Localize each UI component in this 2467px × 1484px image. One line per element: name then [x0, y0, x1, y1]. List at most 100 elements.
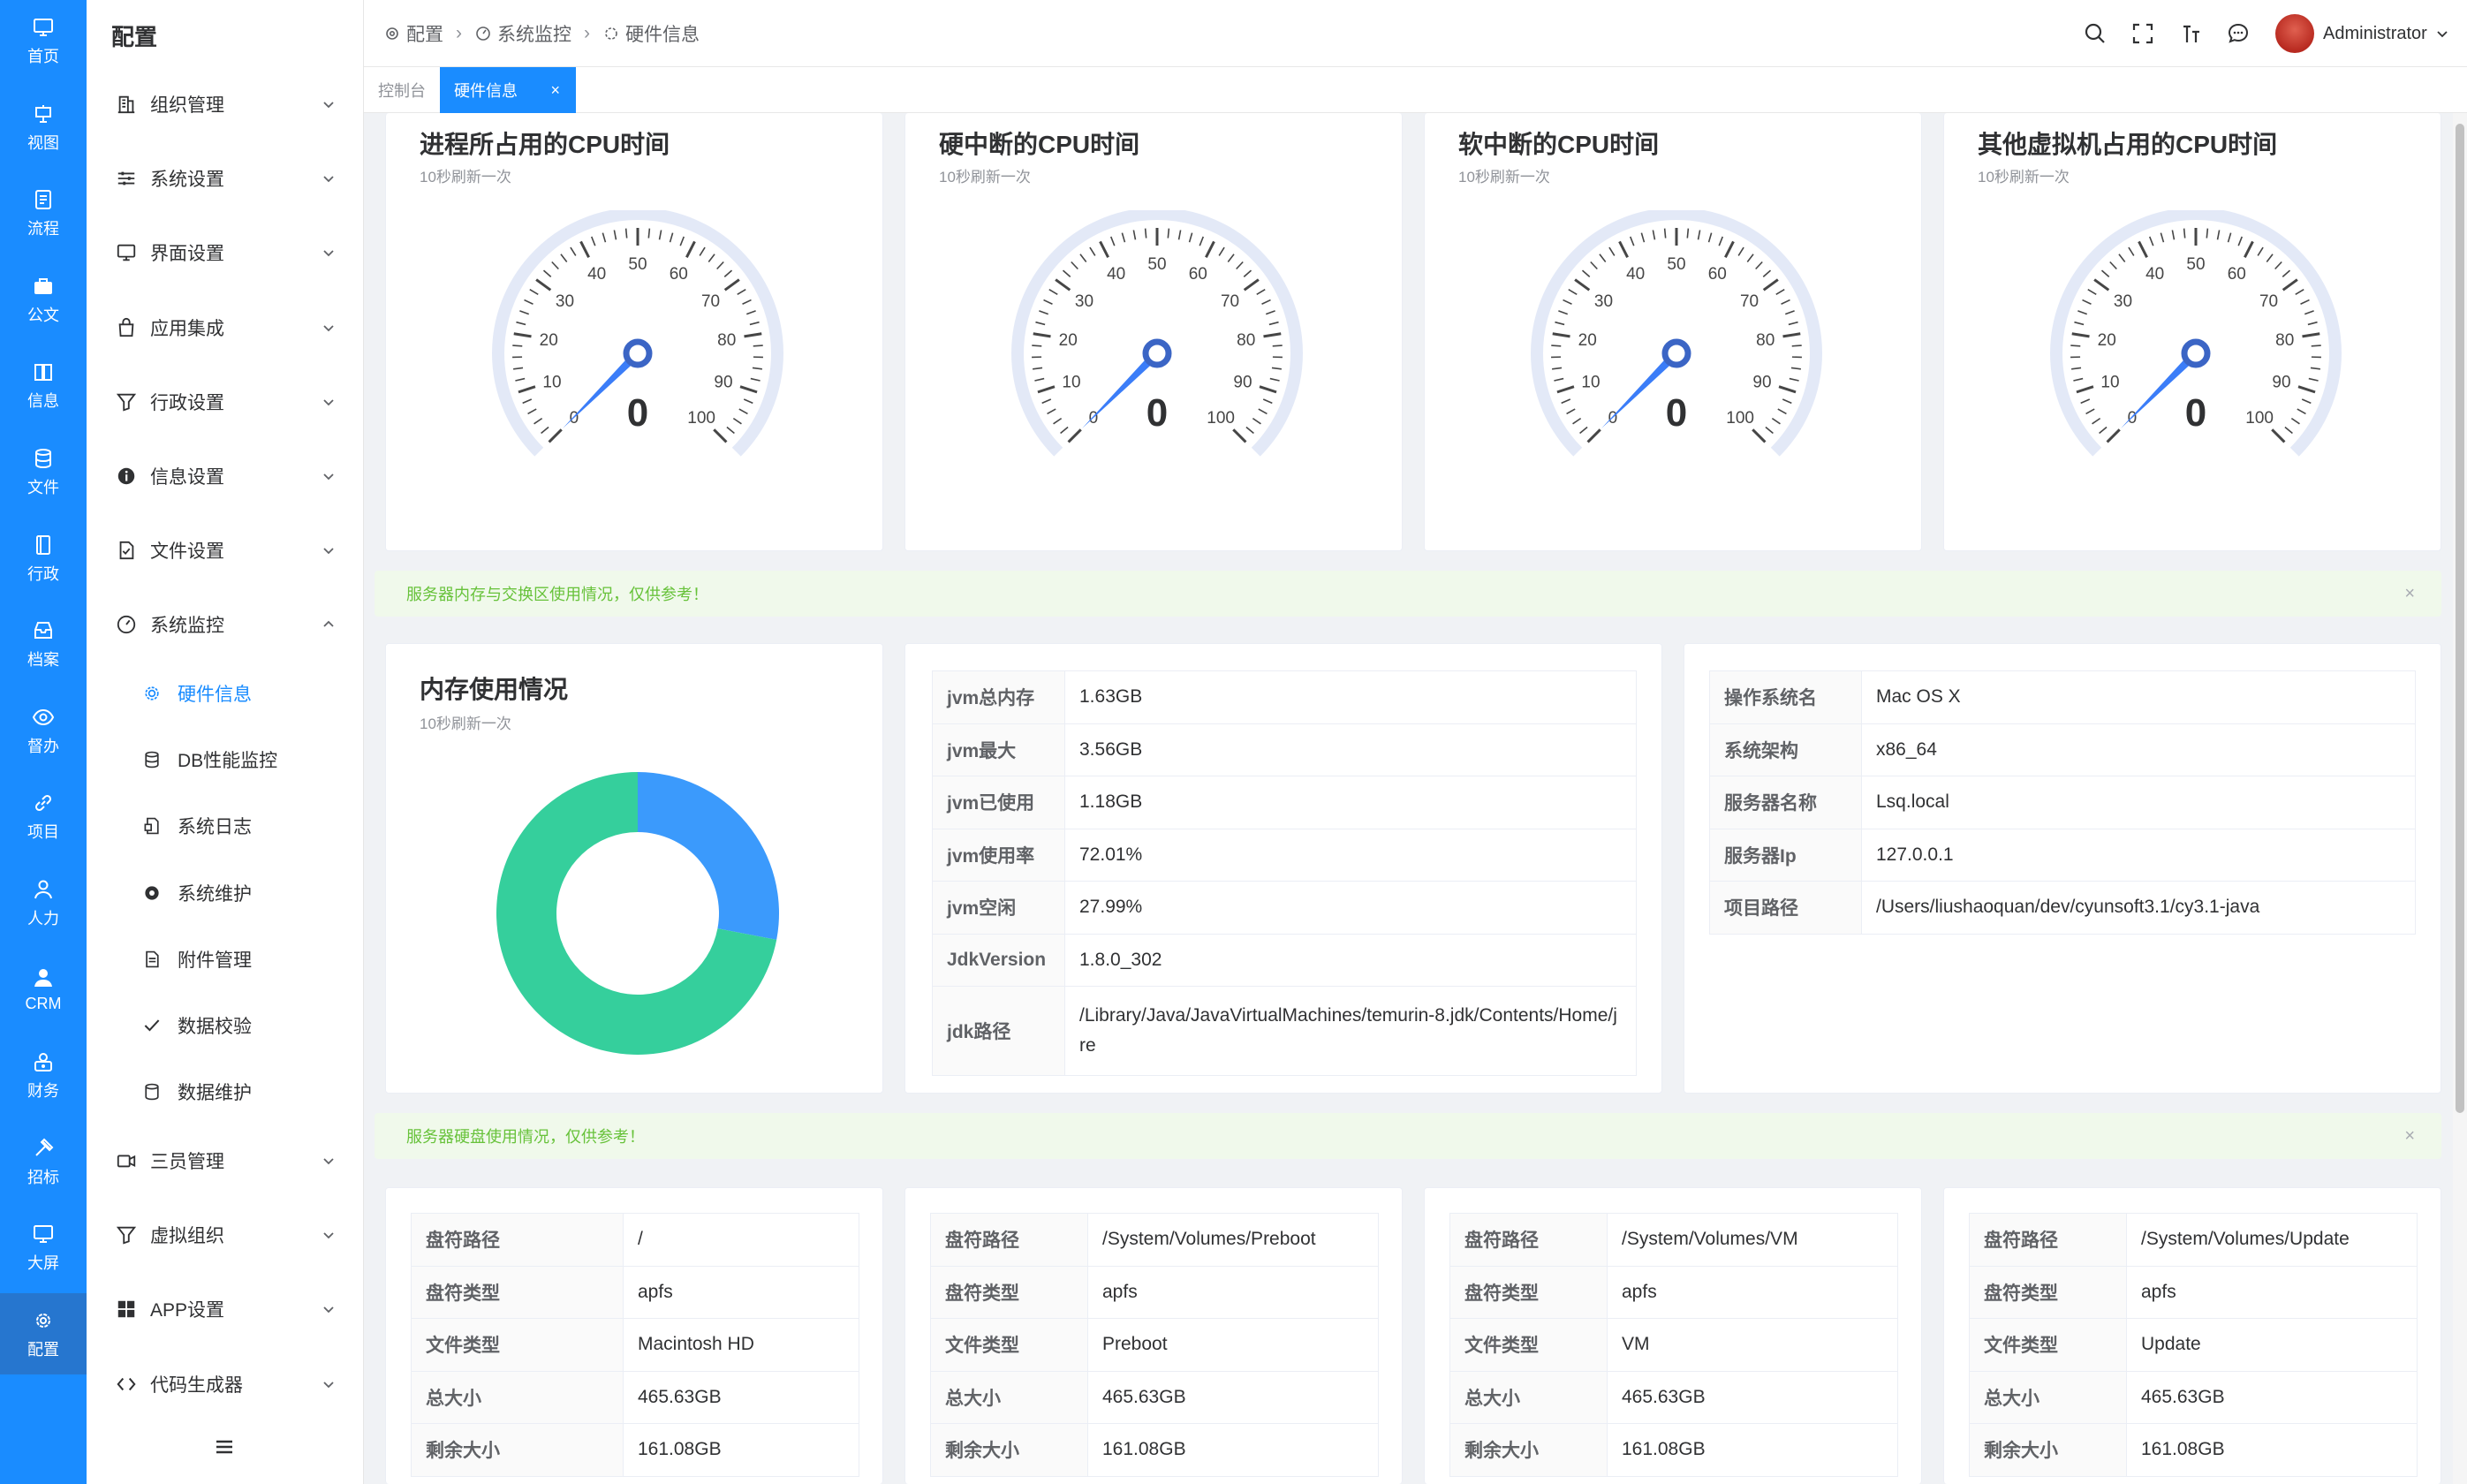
- rail-item[interactable]: 流程: [0, 172, 87, 254]
- menu-item[interactable]: 文件设置: [87, 515, 364, 586]
- chevron-down-icon: [320, 244, 337, 261]
- gauge-tick: [2070, 344, 2081, 347]
- rail-item[interactable]: 信息: [0, 344, 87, 426]
- submenu-item[interactable]: 硬件信息: [87, 662, 364, 724]
- table-row: 项目路径 /Users/liushaoquan/dev/cyunsoft3.1/…: [1709, 881, 2416, 935]
- search-icon[interactable]: [2083, 21, 2108, 46]
- row-key: 盘符路径: [1969, 1213, 2127, 1267]
- card-subtitle: 10秒刷新一次: [1458, 169, 1550, 186]
- monitor-icon: [115, 241, 138, 264]
- menu-item[interactable]: 信息设置: [87, 441, 364, 511]
- tab-hardware-info[interactable]: 硬件信息 ×: [440, 67, 576, 113]
- gauge-tick: [1177, 230, 1182, 240]
- rail-item[interactable]: 财务: [0, 1034, 87, 1116]
- row-value: Lsq.local: [1861, 776, 2416, 829]
- menu-item-label: 系统监控: [150, 616, 224, 637]
- fullscreen-icon[interactable]: [2130, 21, 2155, 46]
- funnel-icon: [115, 390, 138, 413]
- user-menu[interactable]: Administrator: [2275, 14, 2450, 53]
- row-value: Mac OS X: [1861, 670, 2416, 724]
- rail-item[interactable]: 配置: [0, 1293, 87, 1374]
- gauge-tick: [1218, 246, 1225, 256]
- cpu-gauge: 0 10 20 30 40 50 60 70 80 90 100 0: [1531, 210, 1822, 457]
- breadcrumb-item[interactable]: 系统监控: [497, 20, 571, 47]
- submenu-item[interactable]: 系统日志: [87, 795, 364, 857]
- menu-item[interactable]: 界面设置: [87, 217, 364, 288]
- row-value: /System/Volumes/VM: [1607, 1213, 1898, 1267]
- menu-item[interactable]: 行政设置: [87, 367, 364, 437]
- rail-item[interactable]: 公文: [0, 259, 87, 340]
- gauge-tick: [1791, 344, 1802, 347]
- gauge-tick: [739, 385, 758, 394]
- row-value: /System/Volumes/Preboot: [1087, 1213, 1379, 1267]
- gauge-tick: [1579, 426, 1588, 435]
- menu-item[interactable]: 应用集成: [87, 292, 364, 363]
- gauge-tick: [2282, 269, 2291, 277]
- menu-item[interactable]: APP设置: [87, 1274, 364, 1344]
- breadcrumb-item[interactable]: 配置: [406, 20, 443, 47]
- menu-item[interactable]: 代码生成器: [87, 1349, 364, 1420]
- rail-item[interactable]: 首页: [0, 0, 87, 81]
- rail-item[interactable]: 行政: [0, 518, 87, 599]
- gauge-tick: [1271, 367, 1282, 370]
- row-key: 文件类型: [1449, 1318, 1608, 1372]
- row-value: apfs: [623, 1265, 859, 1319]
- gauge-tick-label: 50: [1667, 255, 1685, 274]
- gauge-tick: [1071, 261, 1078, 270]
- gauge-tick: [1188, 232, 1193, 243]
- gauge-tick: [512, 344, 523, 347]
- row-key: 操作系统名: [1709, 670, 1862, 724]
- message-icon[interactable]: [2226, 21, 2251, 46]
- donut-slice[interactable]: [638, 772, 779, 940]
- gauge-tick: [1256, 289, 1266, 296]
- gauge-tick: [1053, 417, 1063, 425]
- table-row: 剩余大小 161.08GB: [1969, 1423, 2418, 1477]
- rail-item[interactable]: 招标: [0, 1121, 87, 1202]
- rail-item[interactable]: 档案: [0, 603, 87, 685]
- menu-item-label: 信息设置: [150, 467, 224, 488]
- submenu-item[interactable]: 数据校验: [87, 995, 364, 1056]
- gauge-tick-label: 20: [1059, 331, 1078, 350]
- scrollbar-thumb[interactable]: [2456, 124, 2464, 1113]
- menu-collapse-icon[interactable]: [213, 1435, 236, 1458]
- submenu-item[interactable]: 数据维护: [87, 1061, 364, 1123]
- table-row: jvm总内存 1.63GB: [932, 670, 1637, 724]
- row-value: /: [623, 1213, 859, 1267]
- menu-item[interactable]: 系统设置: [87, 143, 364, 214]
- close-icon[interactable]: ×: [2404, 584, 2415, 604]
- rail-item[interactable]: 文件: [0, 431, 87, 512]
- disk-card: 盘符路径 /System/Volumes/Preboot 盘符类型 apfs 文件类…: [904, 1187, 1403, 1484]
- rail-item[interactable]: 督办: [0, 690, 87, 771]
- submenu-item[interactable]: 附件管理: [87, 928, 364, 990]
- rail-item[interactable]: 大屏: [0, 1207, 87, 1288]
- row-key: 总大小: [1969, 1370, 2127, 1424]
- gauge-tick: [1268, 321, 1279, 326]
- submenu-item[interactable]: 系统维护: [87, 862, 364, 924]
- gauge-tick-label: 0: [1608, 409, 1618, 428]
- rail-item[interactable]: 视图: [0, 87, 87, 168]
- close-icon[interactable]: ×: [550, 81, 560, 100]
- gauge-tick: [1258, 408, 1268, 415]
- submenu-item[interactable]: DB性能监控: [87, 729, 364, 791]
- close-icon[interactable]: ×: [2404, 1126, 2415, 1147]
- menu-item[interactable]: 虚拟组织: [87, 1200, 364, 1270]
- rail-item[interactable]: CRM: [0, 949, 87, 1030]
- table-row: jvm空闲 27.99%: [932, 881, 1637, 935]
- alert-text: 服务器硬盘使用情况，仅供参考！: [406, 1128, 645, 1146]
- table-row: 总大小 465.63GB: [1969, 1370, 2418, 1424]
- gauge-tick: [527, 408, 537, 415]
- funnel-icon: [115, 1223, 138, 1246]
- gauge-tick: [2092, 417, 2101, 425]
- tab-console[interactable]: 控制台: [378, 67, 426, 113]
- font-size-icon[interactable]: [2178, 21, 2203, 46]
- rail-item[interactable]: 项目: [0, 776, 87, 857]
- gauge-tick: [2290, 417, 2300, 425]
- menu-item[interactable]: 系统监控: [87, 589, 364, 660]
- rail-item[interactable]: 人力: [0, 862, 87, 943]
- menu-item[interactable]: 三员管理: [87, 1125, 364, 1196]
- disk-table: 盘符路径 / 盘符类型 apfs 文件类型 Macintosh HD 总大小 465.…: [411, 1213, 859, 1477]
- menu-item-label: 代码生成器: [150, 1374, 243, 1396]
- gauge-tick: [2099, 426, 2108, 435]
- menu-item[interactable]: 组织管理: [87, 69, 364, 140]
- gauge-tick: [2128, 246, 2135, 256]
